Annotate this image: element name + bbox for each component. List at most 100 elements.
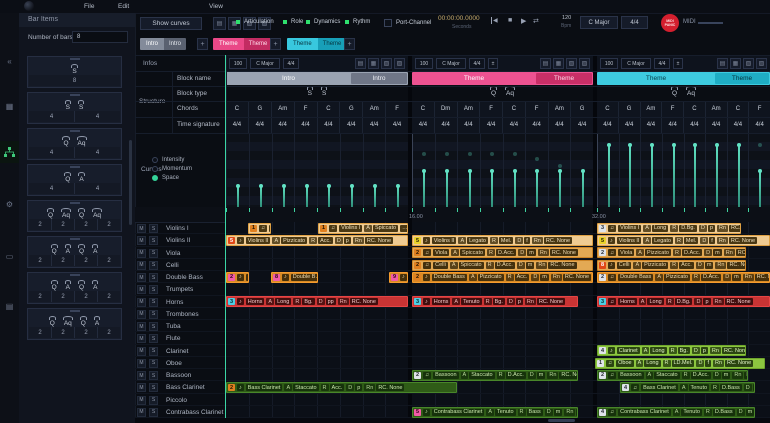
curve-point[interactable] bbox=[259, 184, 263, 188]
clip-chip[interactable]: RnRC. None bbox=[531, 237, 573, 245]
clip-chip[interactable]: R D.Acc. bbox=[681, 371, 711, 379]
solo-button[interactable]: S bbox=[149, 297, 158, 307]
block-tempo-box[interactable]: 100 bbox=[600, 58, 618, 69]
bar-item-card[interactable]: Q Aq Q A 2 2 2 2 bbox=[27, 308, 122, 340]
mute-button[interactable]: M bbox=[137, 260, 146, 270]
grid-icon[interactable]: ▦ bbox=[0, 95, 19, 117]
block-name-segment[interactable]: Theme bbox=[536, 73, 592, 84]
clip-chip[interactable]: A Pizzicato bbox=[636, 249, 671, 257]
clip-pattern-tag[interactable]: 1 bbox=[250, 224, 257, 232]
curve-point[interactable] bbox=[236, 184, 240, 188]
clip-pattern-tag[interactable]: 5 bbox=[414, 408, 421, 416]
clip-chip[interactable]: Violins II bbox=[431, 237, 457, 245]
clip-violins-i[interactable]: 1♫… bbox=[248, 222, 271, 234]
timesig-cell[interactable]: 4/4 bbox=[479, 117, 502, 133]
mute-button[interactable]: M bbox=[137, 358, 146, 368]
block-key-box[interactable]: C Major bbox=[250, 58, 280, 69]
timesig-cell[interactable]: 4/4 bbox=[412, 117, 434, 133]
clip-viola[interactable]: 2♫ViolaAPizzicatoRD.Acc.DmRnRC. None bbox=[597, 247, 746, 259]
block-tool-icon[interactable]: ▤ bbox=[540, 58, 551, 69]
clip-bass-clarinet[interactable]: 2 ♪ Bass Clarinet A Staccato R Acc. Dp Rn RC. Non… bbox=[226, 382, 457, 394]
clip-chip[interactable]: R D.Bg. bbox=[670, 224, 697, 232]
clip-chip[interactable]: R D.Acc. bbox=[487, 249, 517, 257]
bar-duration-cell[interactable]: 2 bbox=[97, 255, 120, 266]
curve-point[interactable] bbox=[282, 184, 286, 188]
clip-chip[interactable]: RnRC. None bbox=[564, 408, 577, 416]
mute-button[interactable]: M bbox=[137, 285, 146, 295]
solo-button[interactable]: S bbox=[149, 248, 158, 258]
clip-chip[interactable]: A Staccato bbox=[284, 384, 319, 392]
chord-cell[interactable]: G bbox=[339, 101, 363, 117]
curve-point[interactable] bbox=[305, 184, 309, 188]
curve-stem[interactable] bbox=[536, 171, 538, 207]
clip-chip[interactable]: Dp bbox=[334, 237, 351, 245]
track-name[interactable]: Clarinet bbox=[166, 348, 188, 355]
bar-item-card[interactable]: QAQA2222 bbox=[27, 272, 122, 304]
curve-stem[interactable] bbox=[351, 186, 353, 207]
curve-point[interactable] bbox=[327, 184, 331, 188]
chord-cell[interactable]: G bbox=[617, 101, 640, 117]
block-tool-icon[interactable]: ▧ bbox=[743, 58, 754, 69]
timesig-cell[interactable]: 4/4 bbox=[270, 117, 294, 133]
clip-chip[interactable]: R Acc. bbox=[670, 261, 694, 269]
menu-view[interactable]: View bbox=[209, 3, 223, 10]
curve-point[interactable] bbox=[373, 184, 377, 188]
solo-button[interactable]: S bbox=[149, 322, 158, 331]
curve-stem[interactable] bbox=[446, 171, 448, 207]
clip-chip[interactable]: A Legato bbox=[643, 237, 673, 245]
clip-chip[interactable]: R D.Bass bbox=[711, 384, 742, 392]
block-tool-icon[interactable]: ▦ bbox=[368, 58, 379, 69]
solo-button[interactable]: S bbox=[149, 285, 158, 295]
clip-chip[interactable]: A Long bbox=[643, 224, 669, 232]
bar-duration-cell[interactable]: 2 bbox=[97, 327, 120, 338]
solo-button[interactable]: S bbox=[149, 273, 158, 282]
curve-point[interactable] bbox=[758, 169, 762, 173]
chord-cell[interactable]: Am bbox=[639, 101, 662, 117]
clip-chip[interactable]: R Bg. bbox=[668, 347, 690, 355]
block-name-segment[interactable]: Theme bbox=[715, 73, 769, 84]
solo-button[interactable]: S bbox=[149, 395, 158, 405]
clip-chip[interactable]: RnRC. None bbox=[536, 261, 577, 269]
solo-button[interactable]: S bbox=[149, 334, 158, 344]
add-block-button[interactable]: + bbox=[344, 38, 355, 50]
timesig-button[interactable]: 4/4 bbox=[621, 16, 648, 29]
block-tool-icon[interactable]: ▨ bbox=[394, 58, 405, 69]
curve-option-momentum[interactable]: Momentum bbox=[152, 166, 192, 172]
clip-chip[interactable]: Bassoon bbox=[433, 371, 459, 379]
library-icon[interactable]: ▤ bbox=[0, 295, 19, 317]
bar-item-card[interactable]: Q Aq Q Aq 2 2 2 2 bbox=[27, 200, 122, 232]
clip-chip[interactable]: Dm bbox=[736, 408, 754, 416]
stop-button[interactable]: ■ bbox=[508, 17, 512, 24]
clip-chip[interactable]: A Long bbox=[266, 298, 292, 306]
clip-chip[interactable]: R Acc. bbox=[505, 273, 530, 281]
bar-duration-cell[interactable]: 2 bbox=[74, 327, 97, 338]
mute-button[interactable]: M bbox=[137, 371, 146, 380]
block-chip-intro-0[interactable]: Intro Intro bbox=[140, 38, 187, 50]
curve-stem[interactable] bbox=[328, 186, 330, 207]
track-name[interactable]: Violins II bbox=[166, 237, 190, 244]
track-name[interactable]: Celli bbox=[166, 262, 179, 269]
clip-pattern-tag[interactable]: 4 bbox=[599, 347, 606, 355]
timesig-cell[interactable]: 4/4 bbox=[385, 117, 408, 133]
solo-button[interactable]: S bbox=[149, 358, 158, 368]
clip-chip[interactable]: A Spiccato bbox=[451, 249, 486, 257]
card-drag-handle[interactable] bbox=[69, 58, 80, 60]
bar-duration-cell[interactable]: 4 bbox=[29, 183, 74, 194]
clip-pattern-tag[interactable]: 2 bbox=[414, 371, 421, 379]
curve-point[interactable] bbox=[535, 169, 539, 173]
curve-stem[interactable] bbox=[694, 145, 696, 207]
clip-chip[interactable]: Violins II bbox=[616, 237, 642, 245]
clip-pattern-tag[interactable]: 2 bbox=[414, 249, 421, 257]
curve-point[interactable] bbox=[672, 143, 676, 147]
chord-cell[interactable]: G bbox=[247, 101, 271, 117]
bar-duration-cell[interactable]: 2 bbox=[29, 255, 51, 266]
track-name[interactable]: Flute bbox=[166, 335, 180, 342]
mute-button[interactable]: M bbox=[137, 395, 146, 405]
timesig-cell[interactable]: 4/4 bbox=[617, 117, 640, 133]
solo-button[interactable]: S bbox=[149, 383, 158, 393]
timesig-cell[interactable]: 4/4 bbox=[570, 117, 593, 133]
clip-pattern-tag[interactable]: 4 bbox=[599, 408, 606, 416]
track-name[interactable]: Trombones bbox=[166, 311, 199, 318]
curve-stem[interactable] bbox=[759, 171, 761, 207]
curve-stem[interactable] bbox=[629, 145, 631, 207]
